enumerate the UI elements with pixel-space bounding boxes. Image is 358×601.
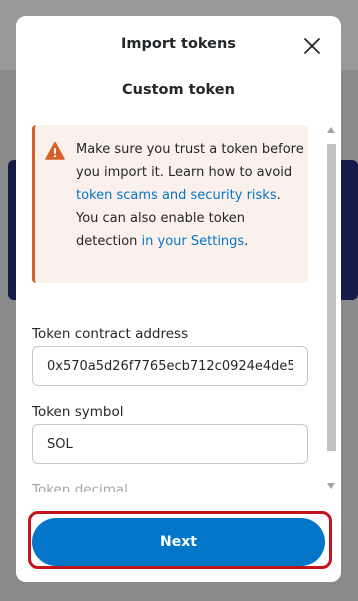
contract-address-label: Token contract address [32,326,189,342]
warning-text-part: . [244,234,249,249]
warning-message: Make sure you trust a token before you i… [76,138,304,253]
form-scroll-area[interactable]: Make sure you trust a token before you i… [16,120,341,492]
scroll-down-arrow[interactable] [327,482,335,490]
modal-title: Import tokens [121,36,236,52]
custom-token-heading: Custom token [122,82,235,98]
warning-text-part: Make sure you trust a token before you i… [76,142,304,180]
close-button[interactable] [302,36,322,56]
modal-footer: Next [16,494,341,582]
token-scams-link[interactable]: token scams and security risks [76,188,277,203]
close-icon [304,38,320,54]
settings-link[interactable]: in your Settings [142,234,245,249]
token-symbol-input[interactable] [32,424,308,464]
scrollbar-thumb[interactable] [327,144,336,451]
next-button[interactable]: Next [32,518,325,566]
trust-warning-banner: Make sure you trust a token before you i… [32,125,308,283]
token-decimal-label: Token decimal [32,482,128,492]
token-symbol-label: Token symbol [32,404,124,420]
scroll-up-arrow[interactable] [327,126,335,134]
backdrop-card-edge-right [340,160,358,300]
import-tokens-modal: Import tokens Custom token Make sure you… [16,16,341,582]
contract-address-input[interactable] [32,346,308,386]
warning-icon [45,141,65,161]
scrollbar[interactable] [325,120,337,492]
